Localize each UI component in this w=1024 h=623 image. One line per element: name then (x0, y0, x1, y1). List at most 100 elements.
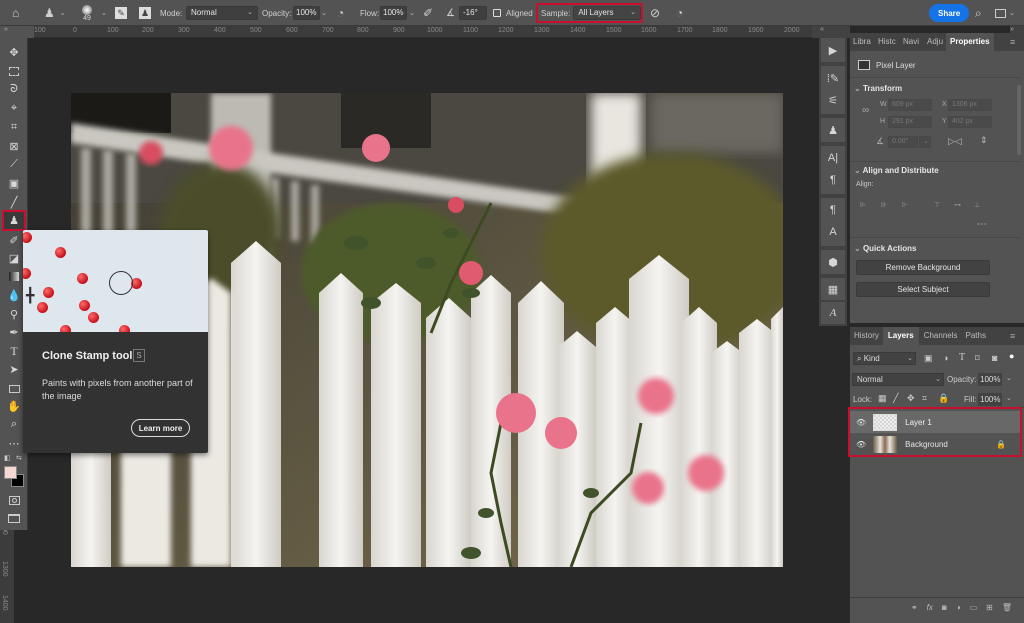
align-vertical-centers-button[interactable]: ⊶ (954, 201, 961, 209)
healing-brush-tool[interactable]: ▣ (4, 175, 24, 192)
pressure-opacity-button[interactable]: ◔ (337, 0, 344, 26)
transform-section-toggle[interactable]: ⌄ Transform (854, 84, 902, 93)
link-layers-button[interactable]: ⚭ (911, 603, 918, 612)
blend-mode-select[interactable]: Normal ⌄ (852, 373, 944, 386)
workspace-button[interactable]: ⌄ (995, 0, 1015, 26)
lasso-tool[interactable]: ᘐ (4, 81, 24, 98)
toolbar-collapse-button[interactable]: » (0, 26, 34, 38)
layer-style-button[interactable]: fx (927, 603, 933, 612)
move-tool[interactable]: ✥ (4, 44, 24, 61)
layer-filter-select[interactable]: ⌕ Kind ⌄ (853, 352, 916, 365)
learn-more-button[interactable]: Learn more (131, 419, 190, 437)
fill-dropdown[interactable]: ⌄ (1006, 394, 1012, 402)
width-input[interactable]: 609 px (888, 99, 932, 111)
chevron-down-icon[interactable]: ⌄ (101, 9, 107, 17)
rectangle-tool[interactable] (4, 380, 24, 397)
filter-shape-icon[interactable]: ⌑ (975, 353, 980, 364)
panel-menu-button[interactable]: ≡ (1010, 33, 1024, 51)
x-input[interactable]: 1306 px (948, 99, 992, 111)
filter-smart-object-icon[interactable]: ◙ (992, 353, 997, 363)
hand-tool[interactable]: ✋ (4, 398, 24, 415)
marquee-tool[interactable] (4, 63, 24, 80)
select-subject-button[interactable]: Select Subject (856, 282, 990, 297)
panel-collapse-button[interactable]: « (812, 26, 850, 38)
eraser-tool[interactable]: ◪ (4, 250, 24, 267)
path-selection-tool[interactable]: ➤ (4, 361, 24, 378)
brushes-panel-button[interactable]: ⚟ (823, 90, 843, 110)
filter-pixel-icon[interactable]: ▣ (924, 353, 933, 364)
brush-settings-button[interactable]: ✎ (115, 0, 127, 26)
actions-panel-button[interactable]: ▶ (823, 40, 843, 60)
edit-toolbar-button[interactable]: ⋯ (4, 435, 24, 452)
angle-dropdown[interactable]: ⌄ (919, 136, 931, 148)
brush-picker[interactable]: 49 (82, 0, 92, 26)
layer-opacity-input[interactable]: 100% (978, 373, 1002, 386)
pressure-size-button[interactable]: ◔ (676, 0, 683, 26)
tab-adjustments[interactable]: Adju (924, 33, 946, 51)
timeline-panel-button[interactable]: ▦ (823, 279, 843, 299)
pen-tool[interactable]: ✒ (4, 324, 24, 341)
glyphs-panel-button[interactable]: A (823, 303, 843, 323)
y-input[interactable]: 402 px (948, 116, 992, 128)
quick-mask-button[interactable] (4, 492, 24, 509)
search-button[interactable]: ⌕ (975, 0, 982, 26)
sample-select[interactable]: All Layers ⌄ (573, 6, 641, 20)
ignore-adjustment-layers-button[interactable]: ⊘ (650, 0, 660, 26)
link-icon[interactable]: ∞ (862, 105, 869, 116)
lock-transparent-pixels-icon[interactable]: ▦ (878, 393, 887, 404)
align-bottom-edges-button[interactable]: ⊥ (974, 201, 980, 209)
history-brush-tool[interactable]: ✐ (4, 232, 24, 249)
swap-colors-button[interactable]: ⇆ (16, 454, 22, 462)
align-right-edges-button[interactable]: ⊩ (902, 201, 908, 209)
lock-position-icon[interactable]: ✥ (907, 393, 915, 404)
paragraph-styles-button[interactable]: ¶ (823, 200, 843, 220)
3d-panel-button[interactable]: ⬢ (823, 252, 843, 272)
mode-select[interactable]: Normal ⌄ (186, 0, 258, 26)
tab-properties[interactable]: Properties (946, 33, 994, 51)
add-mask-button[interactable]: ◙ (942, 603, 947, 612)
quick-actions-section-toggle[interactable]: ⌄ Quick Actions (854, 244, 916, 253)
filter-type-icon[interactable]: T (959, 352, 965, 363)
clone-source-panel-button[interactable]: ♟ (823, 120, 843, 140)
aligned-checkbox[interactable]: Aligned (493, 0, 533, 26)
tab-layers[interactable]: Layers (882, 327, 919, 345)
clone-source-button[interactable]: ♟ (139, 0, 151, 26)
flow-input[interactable]: 100% (380, 0, 407, 26)
dodge-tool[interactable]: ⚲ (4, 306, 24, 323)
tab-paths[interactable]: Paths (963, 327, 989, 345)
crop-tool[interactable]: ⌗ (4, 119, 24, 136)
eyedropper-tool[interactable]: ⟋ (4, 156, 24, 173)
flip-horizontal-button[interactable]: ▷◁ (948, 136, 962, 147)
properties-scrollbar[interactable] (1017, 85, 1021, 155)
angle-input[interactable]: 0.00° (888, 136, 918, 148)
new-adjustment-layer-button[interactable]: ◑ (956, 603, 961, 612)
align-section-toggle[interactable]: ⌄ Align and Distribute (854, 166, 939, 175)
foreground-color-swatch[interactable] (4, 466, 17, 479)
tab-history[interactable]: History (850, 327, 883, 345)
new-layer-button[interactable]: ⊞ (986, 603, 993, 612)
flip-vertical-button[interactable]: ⇕ (980, 135, 988, 146)
align-left-edges-button[interactable]: ⊫ (860, 201, 866, 209)
flow-dropdown[interactable]: ⌄ (409, 9, 415, 17)
lock-image-pixels-icon[interactable]: ╱ (893, 393, 898, 404)
gradient-tool[interactable] (4, 268, 24, 285)
clone-stamp-tool[interactable]: ♟ (2, 210, 26, 231)
fill-input[interactable]: 100% (978, 393, 1002, 406)
align-horizontal-centers-button[interactable]: ⊪ (881, 201, 887, 209)
tab-navigator[interactable]: Navi (900, 33, 924, 51)
tab-libraries[interactable]: Libra (850, 33, 875, 51)
angle-input[interactable]: -16° (459, 0, 487, 26)
new-group-button[interactable]: ▭ (970, 603, 978, 612)
tool-preset-picker[interactable]: ♟ ⌄ (44, 0, 66, 26)
share-button[interactable]: Share (929, 4, 970, 22)
default-colors-button[interactable]: ◧ (4, 454, 11, 462)
character-panel-button[interactable]: A| (823, 148, 843, 168)
align-top-edges-button[interactable]: ⊤ (934, 201, 940, 209)
panel-menu-button[interactable]: ≡ (1010, 327, 1024, 345)
lock-artboard-icon[interactable]: ⌗ (922, 393, 927, 404)
tab-channels[interactable]: Channels (919, 327, 963, 345)
zoom-tool[interactable]: ⌕ (4, 416, 24, 433)
airbrush-button[interactable]: ✐ (423, 0, 433, 26)
quick-selection-tool[interactable]: ⌖ (4, 100, 24, 117)
frame-tool[interactable]: ⊠ (4, 138, 24, 155)
